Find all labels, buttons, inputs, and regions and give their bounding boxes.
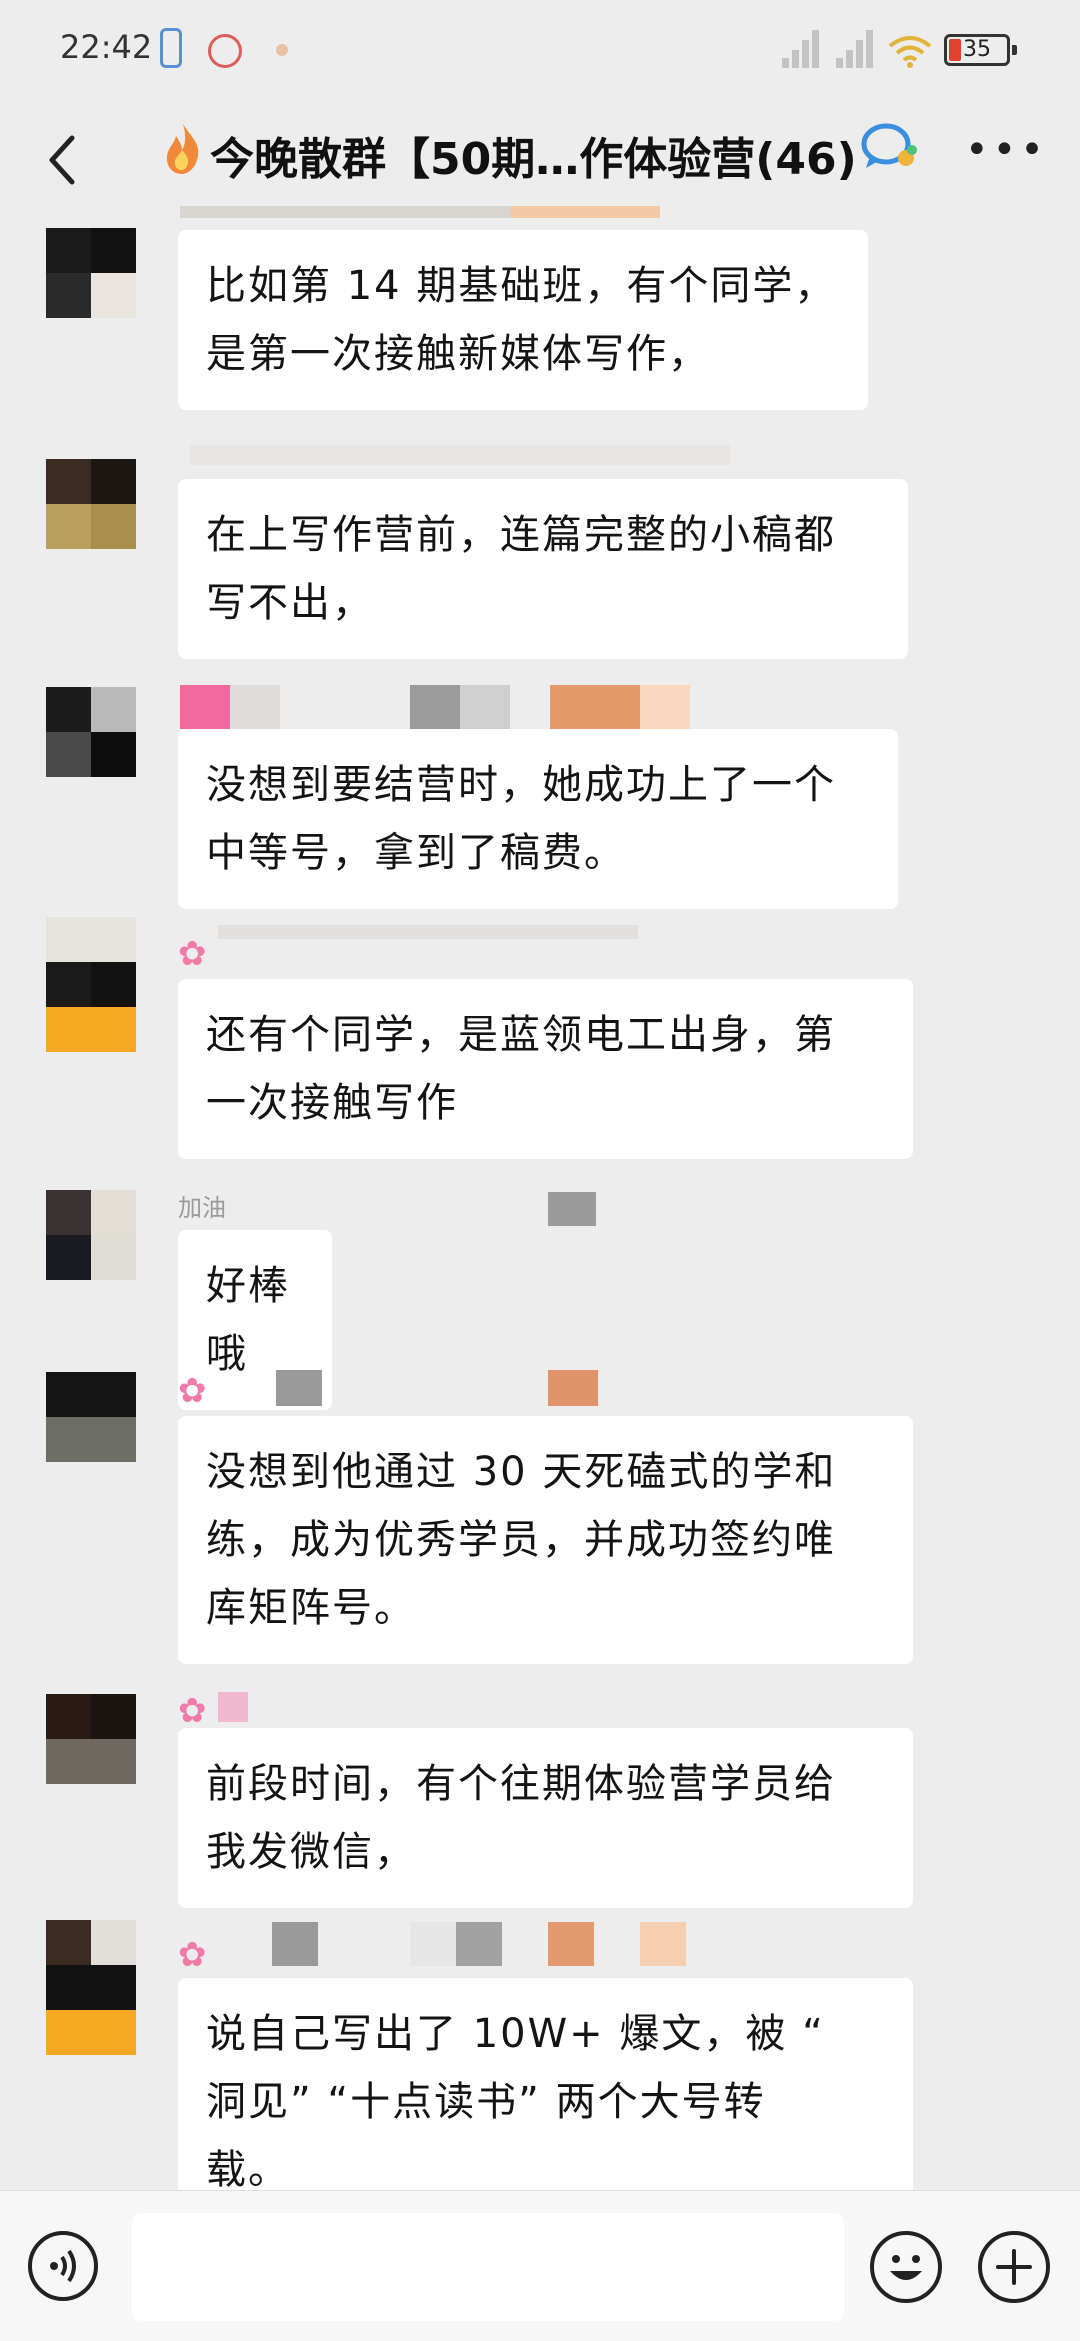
chat-title[interactable]: 今晚散群【50期…作体验营(46) <box>210 120 857 200</box>
message-row: 加油 好棒哦 <box>0 1188 1080 1410</box>
message-bubble[interactable]: 没想到他通过 30 天死磕式的学和 练，成为优秀学员，并成功签约唯 库矩阵号。 <box>178 1416 913 1664</box>
message-bubble[interactable]: 前段时间，有个往期体验营学员给 我发微信， <box>178 1728 913 1908</box>
message-bubble[interactable]: 没想到要结营时，她成功上了一个 中等号，拿到了稿费。 <box>178 729 898 909</box>
phone-icon <box>160 28 182 68</box>
message-line: 练，成为优秀学员，并成功签约唯 <box>206 1517 836 1563</box>
message-line: 没想到要结营时，她成功上了一个 <box>206 762 836 808</box>
signal-icon <box>782 28 820 68</box>
message-line: 好棒哦 <box>206 1263 290 1377</box>
message-line: 中等号，拿到了稿费。 <box>206 830 626 876</box>
sender-name <box>226 1922 746 1966</box>
message-row: 没想到要结营时，她成功上了一个 中等号，拿到了稿费。 <box>0 685 1080 915</box>
message-line: 库矩阵号。 <box>206 1585 416 1631</box>
sender-name: 加油 <box>178 1194 226 1222</box>
message-row: ✿ 前段时间，有个往期体验营学员给 我发微信， <box>0 1692 1080 1912</box>
sender-name <box>180 685 700 729</box>
flower-icon: ✿ <box>178 1371 207 1411</box>
message-row: 比如第 14 期基础班，有个同学， 是第一次接触新媒体写作， <box>0 206 1080 410</box>
message-bubble[interactable]: 比如第 14 期基础班，有个同学， 是第一次接触新媒体写作， <box>178 230 868 410</box>
flower-icon: ✿ <box>178 934 207 974</box>
avatar[interactable] <box>46 1694 136 1784</box>
message-row: ✿ 说自己写出了 10W+ 爆文，被 “ 洞见” “十点读书” 两个大号转 载。 <box>0 1920 1080 2204</box>
flower-icon: ✿ <box>178 1935 207 1975</box>
message-line: 说自己写出了 10W+ 爆文，被 “ <box>206 2011 825 2057</box>
wifi-icon <box>888 36 932 68</box>
message-row: 在上写作营前，连篇完整的小稿都 写不出， <box>0 445 1080 665</box>
notification-dot-icon <box>276 44 288 56</box>
voice-button[interactable] <box>28 2231 98 2301</box>
alarm-icon <box>208 34 242 68</box>
battery-icon: 35 <box>944 34 1017 66</box>
avatar[interactable] <box>46 1920 136 2055</box>
message-line: 是第一次接触新媒体写作， <box>206 331 710 377</box>
sender-name-pixelated <box>548 1192 596 1226</box>
status-bar: 22:42 35 <box>0 0 1080 100</box>
emoji-button[interactable] <box>870 2231 942 2303</box>
message-input[interactable] <box>132 2213 844 2321</box>
battery-level: 35 <box>963 37 991 62</box>
avatar[interactable] <box>46 1372 136 1462</box>
message-row: ✿ 没想到他通过 30 天死磕式的学和 练，成为优秀学员，并成功签约唯 库矩阵号… <box>0 1370 1080 1664</box>
avatar[interactable] <box>46 917 136 1052</box>
more-button[interactable]: ••• <box>965 125 1045 175</box>
message-line: 没想到他通过 30 天死磕式的学和 <box>206 1449 837 1495</box>
message-line: 我发微信， <box>206 1829 416 1875</box>
status-time: 22:42 <box>60 28 153 66</box>
message-bubble[interactable]: 还有个同学，是蓝领电工出身，第 一次接触写作 <box>178 979 913 1159</box>
message-line: 还有个同学，是蓝领电工出身，第 <box>206 1012 836 1058</box>
message-line: 洞见” “十点读书” 两个大号转 <box>206 2079 766 2125</box>
avatar[interactable] <box>46 687 136 777</box>
message-line: 在上写作营前，连篇完整的小稿都 <box>206 512 836 558</box>
sender-name <box>218 925 718 969</box>
emoji-icon <box>890 2255 922 2280</box>
message-line: 一次接触写作 <box>206 1080 458 1126</box>
avatar[interactable] <box>46 228 136 318</box>
flower-icon: ✿ <box>178 1691 207 1731</box>
message-line: 前段时间，有个往期体验营学员给 <box>206 1761 836 1807</box>
back-button[interactable] <box>28 120 108 200</box>
message-line: 比如第 14 期基础班，有个同学， <box>206 263 837 309</box>
input-bar <box>0 2190 1080 2341</box>
voice-icon <box>50 2249 76 2283</box>
sender-name <box>218 1370 718 1414</box>
plus-icon <box>996 2249 1032 2285</box>
message-bubble[interactable]: 说自己写出了 10W+ 爆文，被 “ 洞见” “十点读书” 两个大号转 载。 <box>178 1978 913 2204</box>
chat-badge-icon <box>861 123 917 168</box>
message-bubble[interactable]: 在上写作营前，连篇完整的小稿都 写不出， <box>178 479 908 659</box>
plus-button[interactable] <box>978 2231 1050 2303</box>
message-row: ✿ 还有个同学，是蓝领电工出身，第 一次接触写作 <box>0 915 1080 1159</box>
avatar[interactable] <box>46 1190 136 1280</box>
signal-icon-2 <box>836 28 874 68</box>
message-line: 写不出， <box>206 580 374 626</box>
avatar[interactable] <box>46 459 136 549</box>
flame-icon <box>166 124 199 174</box>
